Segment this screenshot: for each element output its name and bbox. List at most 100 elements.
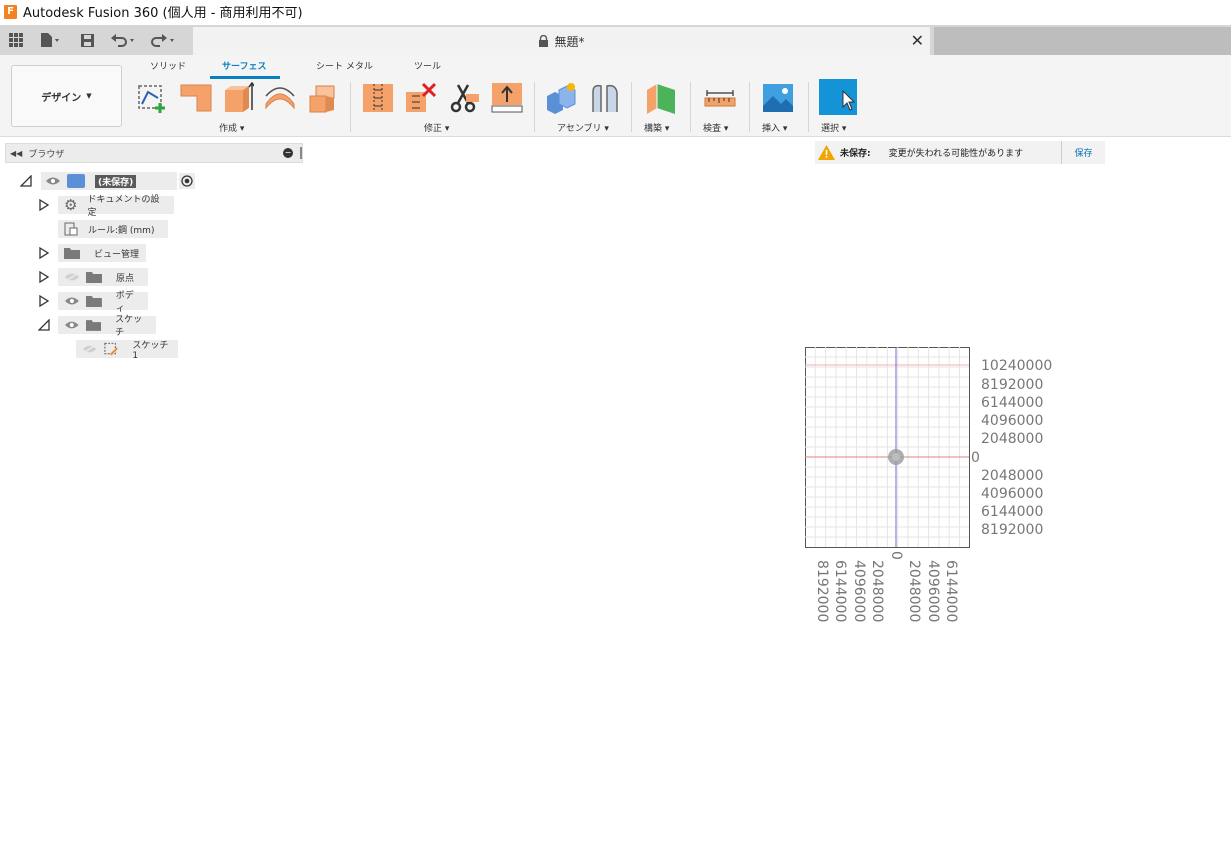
offset-plane-icon[interactable] [645,82,677,114]
origin-item[interactable]: 原点 [58,268,148,286]
x-tick-label: 6144000 [832,560,848,622]
title-bar: F Autodesk Fusion 360 (個人用 - 商用利用不可) [0,0,1231,23]
tree-item-origin[interactable]: 原点 [38,268,148,286]
select-icon[interactable] [819,79,857,115]
insert-image-icon[interactable] [762,82,794,114]
extend-icon[interactable] [491,82,523,114]
y-tick-label: 10240000 [981,358,1052,374]
collapsed-triangle-icon[interactable] [38,295,50,307]
x-tick-label: 2048000 [906,560,922,622]
create-sketch-icon[interactable] [136,82,168,114]
tree-item-named-views[interactable]: ビュー管理 [38,244,146,262]
group-separator [690,82,691,132]
loft-icon[interactable] [308,82,340,114]
panel-resize-handle[interactable] [300,147,302,159]
redo-button[interactable] [144,25,184,55]
bodies-label: ボディ [115,291,134,314]
construct-group-label[interactable]: 構築 ▾ [644,121,669,134]
eye-icon[interactable] [45,176,61,186]
new-component-icon[interactable] [545,82,577,114]
x-tick-label: 4096000 [925,560,941,622]
tree-root-row[interactable]: (未保存) [20,172,195,190]
warning-icon [818,145,835,160]
eye-hidden-icon[interactable] [82,344,97,354]
tree-item-document-settings[interactable]: ⚙ ドキュメントの設定 [38,195,174,218]
unsaved-warning-bar: 未保存: 変更が失われる可能性があります 保存 [815,141,1105,164]
inspect-group-label[interactable]: 検査 ▾ [703,121,728,134]
insert-group-label[interactable]: 挿入 ▾ [762,121,787,134]
folder-icon [64,248,80,259]
quick-access-toolbar [0,25,184,55]
sketch-grid-canvas[interactable]: 1024000081920006144000409600020480000204… [805,347,1065,627]
rule-item[interactable]: ルール:鋼 (mm) [58,220,168,238]
measure-icon[interactable] [704,82,736,114]
tab-sheet-metal[interactable]: シート メタル [316,59,373,72]
expanded-triangle-icon[interactable] [20,175,32,187]
ribbon-toolbar: デザイン ▼ ソリッド サーフェス シート メタル ツール 作成 ▾ 修正 ▾ … [0,55,1231,137]
document-settings-item[interactable]: ⚙ ドキュメントの設定 [58,195,174,218]
tree-item-sketch1[interactable]: スケッチ1 [76,340,178,361]
close-tab-icon[interactable]: ✕ [911,31,924,50]
create-group-label[interactable]: 作成 ▾ [219,121,244,134]
tree-item-rule[interactable]: ルール:鋼 (mm) [58,220,168,238]
activate-radio-icon[interactable] [179,173,195,189]
select-group-label[interactable]: 選択 ▾ [821,121,846,134]
tree-item-bodies[interactable]: ボディ [38,291,148,314]
stitch-icon[interactable] [362,82,394,114]
document-tab[interactable]: 無題* ✕ [193,27,930,55]
document-title: 無題* [554,34,585,49]
group-separator [534,82,535,132]
window-title: Autodesk Fusion 360 (個人用 - 商用利用不可) [23,6,303,21]
eye-hidden-icon[interactable] [64,272,80,282]
minimize-panel-icon[interactable]: − [283,148,293,158]
x-tick-label: 6144000 [943,560,959,622]
joint-icon[interactable] [589,82,621,114]
eye-icon[interactable] [64,296,80,306]
assemble-group-label[interactable]: アセンブリ ▾ [557,121,609,134]
sketches-item[interactable]: スケッチ [58,315,156,338]
y-tick-label: 6144000 [981,504,1043,520]
modify-group-label[interactable]: 修正 ▾ [424,121,449,134]
folder-icon [86,272,102,283]
group-separator [808,82,809,132]
y-tick-label: 8192000 [981,377,1043,393]
collapsed-triangle-icon[interactable] [38,247,50,259]
scissors-icon[interactable] [448,82,480,114]
collapsed-triangle-icon[interactable] [38,199,50,211]
grid-icon [9,33,23,47]
rule-label: ルール:鋼 (mm) [88,225,155,236]
file-menu-button[interactable] [32,25,70,55]
tab-surface[interactable]: サーフェス [222,59,266,72]
tab-solid[interactable]: ソリッド [150,59,186,72]
root-item[interactable]: (未保存) [41,172,177,190]
bodies-item[interactable]: ボディ [58,291,148,314]
empty-tab-area [934,27,1231,55]
group-separator [749,82,750,132]
warning-title: 未保存: [840,149,871,159]
extrude-surface-icon[interactable] [180,82,212,114]
revolve-icon[interactable] [222,82,254,114]
expanded-triangle-icon[interactable] [38,319,50,331]
tab-tools[interactable]: ツール [414,59,441,72]
file-icon [41,33,59,47]
workspace-switcher[interactable]: デザイン ▼ [11,65,122,127]
sketches-label: スケッチ [115,315,143,338]
collapsed-triangle-icon[interactable] [38,271,50,283]
chevron-down-icon: ▼ [86,92,92,100]
eye-icon[interactable] [64,320,80,330]
document-settings-label: ドキュメントの設定 [87,195,160,218]
x-tick-label: 0 [888,551,904,560]
save-button[interactable]: 保存 [1061,141,1105,164]
named-views-item[interactable]: ビュー管理 [58,244,146,262]
unstitch-icon[interactable] [405,82,437,114]
tree-item-sketches[interactable]: スケッチ [38,315,156,338]
sketch1-item[interactable]: スケッチ1 [76,340,178,361]
save-quick-button[interactable] [70,25,104,55]
y-tick-label: 0 [971,450,980,466]
undo-button[interactable] [104,25,144,55]
grid-minor-lines [805,347,969,547]
workspace-label: デザイン [41,92,82,104]
collapse-panel-icon[interactable]: ◀◀ [10,149,22,158]
sweep-icon[interactable] [264,82,296,114]
data-panel-button[interactable] [0,25,32,55]
